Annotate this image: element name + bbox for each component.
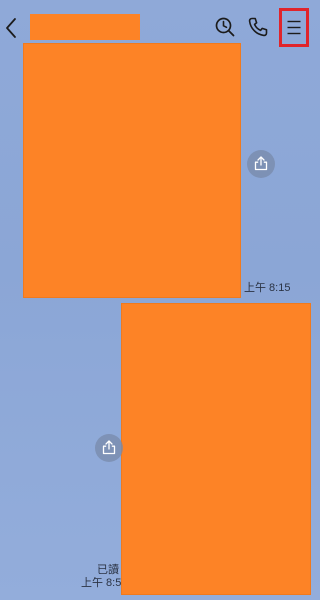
menu-button[interactable] xyxy=(279,8,309,47)
message-timestamp: 上午 8:5 xyxy=(81,577,121,589)
back-button[interactable] xyxy=(4,16,18,40)
message-timestamp: 上午 8:15 xyxy=(244,282,291,294)
phone-icon xyxy=(248,17,268,37)
clock-search-icon xyxy=(215,17,235,37)
chat-header xyxy=(0,0,315,47)
search-button[interactable] xyxy=(214,16,236,38)
image-message-redacted[interactable] xyxy=(121,303,311,595)
read-receipt: 已讀 xyxy=(97,564,119,576)
hamburger-menu-icon xyxy=(287,20,301,35)
call-button[interactable] xyxy=(247,16,269,38)
chevron-left-icon xyxy=(6,18,16,38)
chat-title-redacted xyxy=(30,14,140,40)
share-icon xyxy=(102,440,116,455)
share-button[interactable] xyxy=(95,434,123,462)
share-button[interactable] xyxy=(247,150,275,178)
image-message-redacted[interactable] xyxy=(23,43,241,298)
share-icon xyxy=(254,156,268,171)
